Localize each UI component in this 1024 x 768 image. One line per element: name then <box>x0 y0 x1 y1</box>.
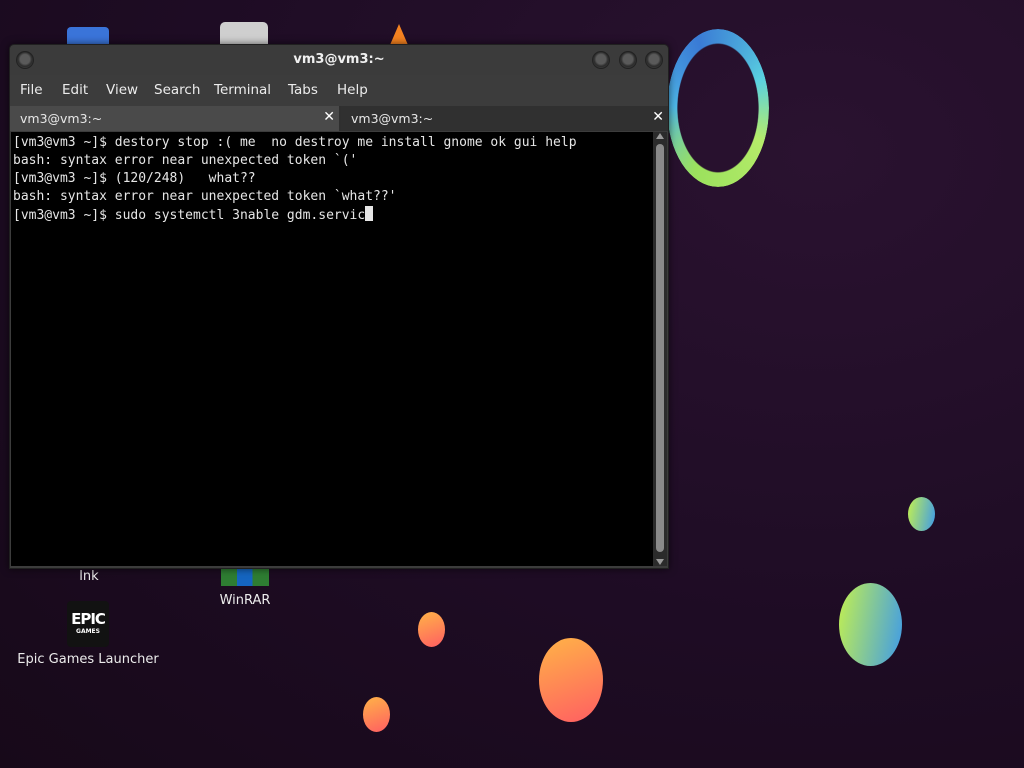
tab-bar: vm3@vm3:~ ✕ vm3@vm3:~ ✕ <box>10 106 668 131</box>
window-title: vm3@vm3:~ <box>293 52 385 67</box>
terminal-line: [vm3@vm3 ~]$ (120/248) what?? <box>13 171 256 186</box>
wallpaper-bubble <box>418 612 445 647</box>
minimize-button[interactable] <box>592 51 610 69</box>
tab-label: vm3@vm3:~ <box>20 111 103 126</box>
epic-logo-text: EPIC <box>71 610 106 628</box>
epic-games-icon[interactable]: EPIC GAMES <box>67 601 109 647</box>
wallpaper-ring <box>667 29 769 187</box>
epic-logo-subtext: GAMES <box>76 628 100 635</box>
tab-1[interactable]: vm3@vm3:~ ✕ <box>10 106 339 131</box>
terminal-prompt-line[interactable]: [vm3@vm3 ~]$ sudo systemctl 3nable gdm.s… <box>13 206 374 225</box>
terminal-line: [vm3@vm3 ~]$ destory stop :( me no destr… <box>13 135 577 150</box>
wallpaper-bubble <box>363 697 390 732</box>
desktop-file-icon[interactable] <box>220 22 268 45</box>
scroll-down-icon[interactable] <box>656 559 664 565</box>
tab-close-icon[interactable]: ✕ <box>652 109 664 125</box>
winrar-icon[interactable] <box>221 568 269 586</box>
desktop-icon-lnk[interactable]: lnk <box>60 569 118 584</box>
vlc-icon[interactable] <box>390 24 408 45</box>
desktop-icon-label: Epic Games Launcher <box>17 652 159 667</box>
scroll-up-icon[interactable] <box>656 133 664 139</box>
terminal-input-text: [vm3@vm3 ~]$ sudo systemctl 3nable gdm.s… <box>13 208 366 223</box>
menu-tabs[interactable]: Tabs <box>288 82 318 98</box>
menu-terminal[interactable]: Terminal <box>214 82 271 98</box>
title-bar[interactable]: vm3@vm3:~ <box>10 45 668 75</box>
desktop-icon-label: lnk <box>79 569 99 584</box>
menu-edit[interactable]: Edit <box>62 82 88 98</box>
wallpaper-bubble <box>539 638 603 722</box>
wallpaper-bubble <box>839 583 902 666</box>
tab-2[interactable]: vm3@vm3:~ ✕ <box>341 106 668 131</box>
tab-close-icon[interactable]: ✕ <box>323 109 335 125</box>
menu-help[interactable]: Help <box>337 82 368 98</box>
terminal-window: vm3@vm3:~ File Edit View Search Terminal… <box>9 44 669 569</box>
vertical-scrollbar[interactable] <box>653 132 667 566</box>
desktop-folder-icon[interactable] <box>67 27 109 45</box>
terminal-line: bash: syntax error near unexpected token… <box>13 189 397 204</box>
text-cursor <box>365 206 374 221</box>
desktop-icon-label: WinRAR <box>219 593 271 608</box>
menu-file[interactable]: File <box>20 82 43 98</box>
menu-bar: File Edit View Search Terminal Tabs Help <box>10 75 668 105</box>
wallpaper-bubble <box>908 497 935 531</box>
close-button[interactable] <box>645 51 663 69</box>
terminal-line: bash: syntax error near unexpected token… <box>13 153 358 168</box>
maximize-button[interactable] <box>619 51 637 69</box>
tab-label: vm3@vm3:~ <box>351 111 434 126</box>
menu-view[interactable]: View <box>106 82 138 98</box>
desktop-icon-winrar[interactable]: WinRAR <box>210 593 280 608</box>
menu-search[interactable]: Search <box>154 82 200 98</box>
terminal-output[interactable]: [vm3@vm3 ~]$ destory stop :( me no destr… <box>11 132 653 566</box>
scroll-thumb[interactable] <box>656 144 664 552</box>
desktop-icon-epic-games[interactable]: Epic Games Launcher <box>15 652 161 667</box>
